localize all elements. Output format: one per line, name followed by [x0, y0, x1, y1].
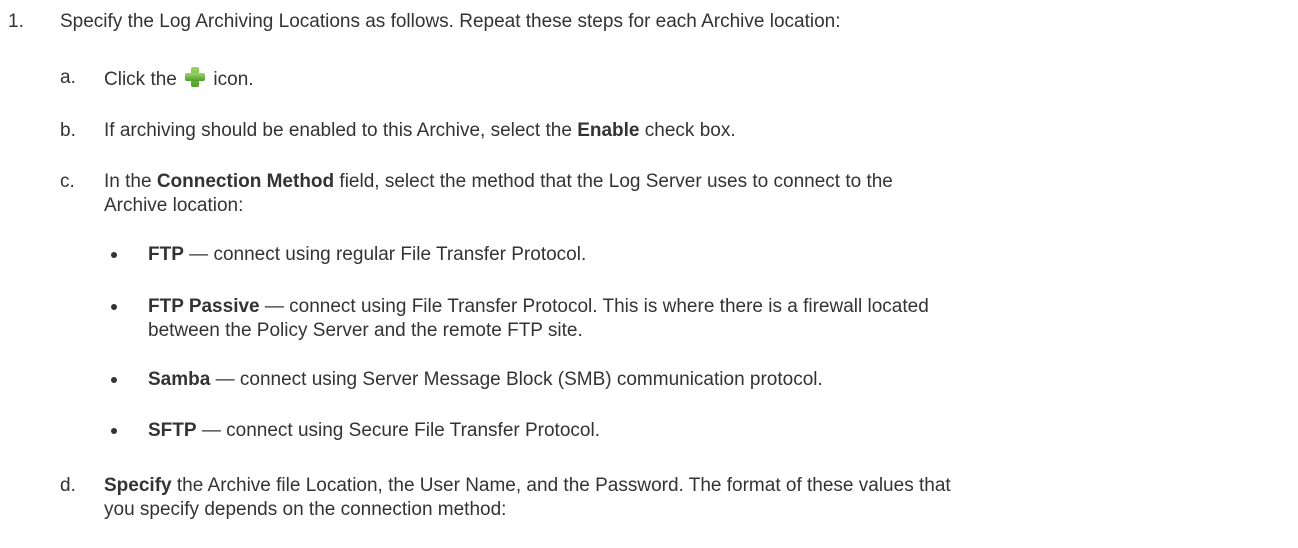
- method-ftp-passive-name: FTP Passive: [148, 296, 260, 317]
- substep-a-post: icon.: [213, 69, 254, 90]
- bullet-icon: [111, 304, 117, 310]
- method-sftp-desc: — connect using Secure File Transfer Pro…: [201, 420, 600, 441]
- substep-b-letter: b.: [60, 120, 76, 141]
- bullet-icon: [111, 252, 117, 258]
- substep-c-text: In the Connection Method field, select t…: [104, 170, 893, 194]
- substep-a-pre: Click the: [104, 69, 177, 90]
- substep-d-bold: Specify: [104, 475, 172, 496]
- method-sftp-name: SFTP: [148, 420, 197, 441]
- green-plus-icon: [184, 66, 206, 88]
- substep-d-line2: you specify depends on the connection me…: [104, 499, 507, 520]
- method-samba-desc: — connect using Server Message Block (SM…: [215, 369, 823, 390]
- substep-c-line2: Archive location:: [104, 195, 244, 216]
- substep-c-pre: In the: [104, 171, 152, 192]
- step-number: 1.: [8, 11, 24, 32]
- substep-c-bold: Connection Method: [156, 171, 335, 192]
- substep-a-letter: a.: [60, 67, 76, 88]
- substep-a-text: Click the icon.: [104, 66, 254, 92]
- substep-b-text: If archiving should be enabled to this A…: [104, 119, 736, 143]
- substep-d-letter: d.: [60, 475, 76, 496]
- method-ftp-passive: FTP Passive — connect using File Transfe…: [148, 295, 929, 319]
- substep-c-letter: c.: [60, 171, 75, 192]
- substep-d-text: Specify the Archive file Location, the U…: [104, 474, 951, 498]
- method-samba-name: Samba: [148, 369, 211, 390]
- method-ftp-name: FTP: [148, 244, 184, 265]
- substep-b-bold: Enable: [577, 120, 640, 141]
- substep-b-post: check box.: [644, 120, 736, 141]
- method-ftp-desc: — connect using regular File Transfer Pr…: [189, 244, 587, 265]
- bullet-icon: [111, 428, 117, 434]
- method-ftp-passive-desc: — connect using File Transfer Protocol. …: [264, 296, 929, 317]
- substep-b-pre: If archiving should be enabled to this A…: [104, 120, 572, 141]
- step-text: Specify the Log Archiving Locations as f…: [60, 11, 841, 32]
- method-ftp-passive-line2: between the Policy Server and the remote…: [148, 320, 583, 341]
- substep-d-post: the Archive file Location, the User Name…: [176, 475, 951, 496]
- method-samba: Samba — connect using Server Message Blo…: [148, 368, 823, 392]
- bullet-icon: [111, 377, 117, 383]
- method-sftp: SFTP — connect using Secure File Transfe…: [148, 419, 600, 443]
- method-ftp: FTP — connect using regular File Transfe…: [148, 243, 586, 267]
- substep-c-post: field, select the method that the Log Se…: [339, 171, 893, 192]
